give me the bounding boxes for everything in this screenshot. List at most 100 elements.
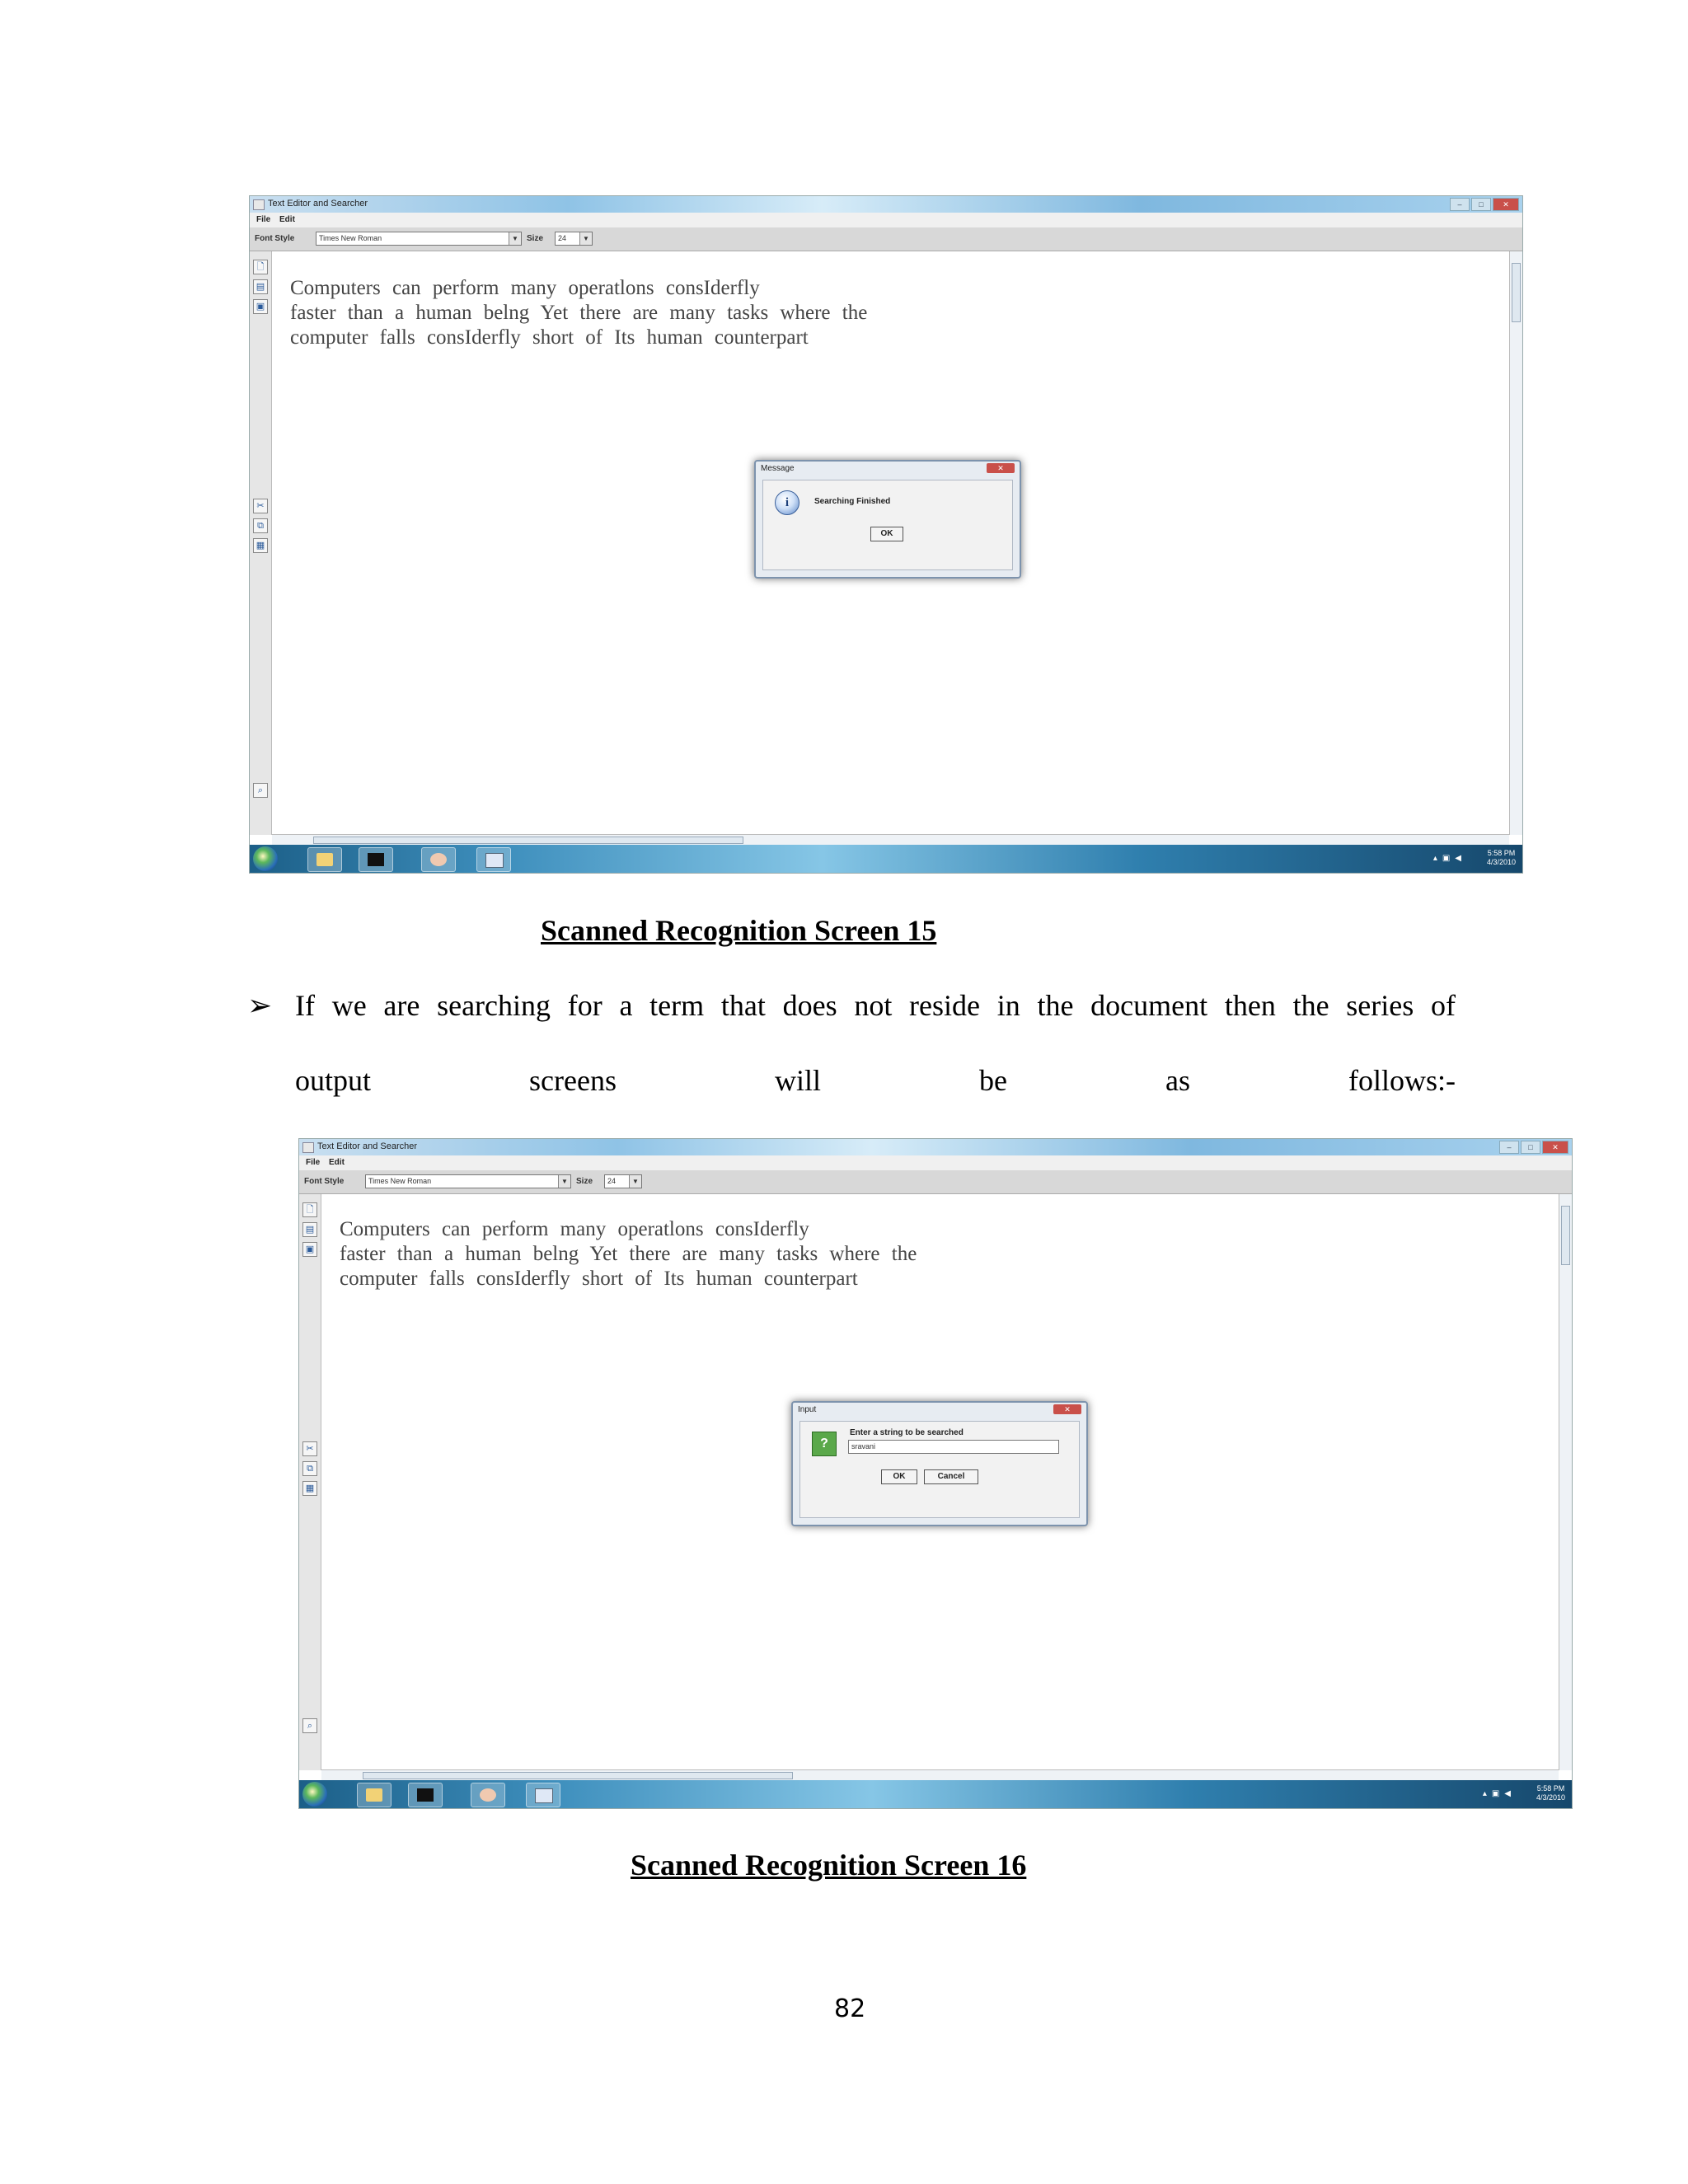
window-controls: – □ ✕ (1499, 1141, 1568, 1154)
ok-button[interactable]: OK (881, 1469, 917, 1484)
editor-app-icon[interactable] (526, 1783, 560, 1807)
chevron-down-icon: ▼ (579, 232, 592, 245)
terminal-icon[interactable] (408, 1783, 443, 1807)
cut-icon[interactable]: ✂ (253, 499, 268, 513)
scroll-thumb[interactable] (1512, 263, 1521, 322)
screenshot-15: Text Editor and Searcher – □ ✕ File Edit… (249, 195, 1523, 874)
java-icon[interactable] (421, 847, 456, 872)
save-file-icon[interactable]: ▣ (253, 299, 268, 314)
menu-edit[interactable]: Edit (279, 215, 295, 224)
size-label: Size (576, 1177, 593, 1186)
dialog-body: ? Enter a string to be searched sravani … (799, 1421, 1080, 1518)
clock-time: 5:58 PM (1487, 849, 1516, 857)
new-file-icon[interactable]: 🗋 (302, 1202, 317, 1217)
message-dialog: Message ✕ i Searching Finished OK (754, 460, 1021, 579)
system-clock[interactable]: 5:58 PM 4/3/2010 (1487, 849, 1516, 867)
dialog-message: Searching Finished (814, 497, 891, 506)
menu-file[interactable]: File (306, 1158, 320, 1167)
clock-date: 4/3/2010 (1486, 858, 1516, 866)
editor-line: Computers can perform many operatlons co… (340, 1218, 809, 1240)
paragraph-line-2: output screens will be as follows:- (295, 1063, 1456, 1104)
font-style-label: Font Style (255, 234, 295, 243)
copy-icon[interactable]: ⧉ (302, 1461, 317, 1476)
caption-screen-16: Scanned Recognition Screen 16 (631, 1849, 1027, 1882)
editor-line: faster than a human belng Yet there are … (340, 1243, 917, 1265)
maximize-icon[interactable]: □ (1521, 1141, 1540, 1154)
window-titlebar: Text Editor and Searcher – □ ✕ (299, 1139, 1572, 1155)
side-toolbar: 🗋 ▤ ▣ ✂ ⧉ ▦ ⌕ (299, 1194, 321, 1770)
size-value: 24 (558, 234, 567, 242)
windows-start-icon[interactable] (253, 846, 278, 871)
bullet-icon: ➢ (247, 989, 273, 1022)
scroll-thumb[interactable] (1561, 1206, 1570, 1265)
window-title: Text Editor and Searcher (317, 1141, 418, 1151)
copy-icon[interactable]: ⧉ (253, 518, 268, 533)
taskbar: ▴▣◀ 5:58 PM 4/3/2010 (250, 845, 1522, 873)
vertical-scrollbar[interactable] (1509, 251, 1522, 835)
open-file-icon[interactable]: ▤ (302, 1222, 317, 1237)
screenshot-16: Text Editor and Searcher – □ ✕ File Edit… (298, 1138, 1573, 1809)
close-icon[interactable]: ✕ (1493, 198, 1519, 211)
paragraph-word: output (295, 1064, 372, 1097)
explorer-icon[interactable] (357, 1783, 392, 1807)
menu-file[interactable]: File (256, 215, 270, 224)
font-style-select[interactable]: Times New Roman ▼ (316, 232, 522, 246)
info-icon: i (775, 490, 799, 515)
terminal-icon[interactable] (359, 847, 393, 872)
font-style-value: Times New Roman (368, 1177, 432, 1185)
cut-icon[interactable]: ✂ (302, 1441, 317, 1456)
side-toolbar: 🗋 ▤ ▣ ✂ ⧉ ▦ ⌕ (250, 251, 272, 835)
window-title: Text Editor and Searcher (268, 199, 368, 209)
search-icon[interactable]: ⌕ (302, 1718, 317, 1733)
caption-screen-15: Scanned Recognition Screen 15 (541, 914, 937, 947)
system-tray-icons[interactable]: ▴▣◀ (1483, 1789, 1516, 1798)
horizontal-scrollbar[interactable] (272, 834, 1509, 845)
paragraph-word: screens (529, 1064, 617, 1097)
save-file-icon[interactable]: ▣ (302, 1242, 317, 1257)
close-icon[interactable]: ✕ (1542, 1141, 1568, 1154)
clock-date: 4/3/2010 (1536, 1793, 1565, 1802)
format-toolbar: Font Style Times New Roman ▼ Size 24 ▼ (299, 1170, 1572, 1194)
paragraph-line-1: If we are searching for a term that does… (295, 989, 1456, 1022)
page-number: 82 (834, 1994, 866, 2023)
explorer-icon[interactable] (307, 847, 342, 872)
paste-icon[interactable]: ▦ (302, 1481, 317, 1496)
app-icon (253, 199, 265, 210)
new-file-icon[interactable]: 🗋 (253, 260, 268, 274)
search-input-value: sravani (851, 1442, 876, 1451)
close-icon[interactable]: ✕ (987, 463, 1015, 473)
maximize-icon[interactable]: □ (1471, 198, 1491, 211)
size-select[interactable]: 24 ▼ (604, 1174, 642, 1188)
size-label: Size (527, 234, 544, 243)
paste-icon[interactable]: ▦ (253, 538, 268, 553)
system-clock[interactable]: 5:58 PM 4/3/2010 (1536, 1784, 1565, 1802)
java-icon[interactable] (471, 1783, 505, 1807)
scroll-thumb[interactable] (363, 1772, 793, 1779)
scroll-thumb[interactable] (313, 837, 743, 844)
minimize-icon[interactable]: – (1499, 1141, 1519, 1154)
menu-edit[interactable]: Edit (329, 1158, 345, 1167)
paragraph-word: follows:- (1348, 1064, 1456, 1097)
minimize-icon[interactable]: – (1450, 198, 1470, 211)
chevron-down-icon: ▼ (558, 1175, 570, 1188)
windows-start-icon[interactable] (302, 1782, 327, 1807)
ok-button[interactable]: OK (870, 527, 903, 541)
search-input[interactable]: sravani (848, 1440, 1059, 1454)
editor-line: computer falls consIderfly short of Its … (340, 1268, 858, 1290)
size-select[interactable]: 24 ▼ (555, 232, 593, 246)
vertical-scrollbar[interactable] (1559, 1194, 1572, 1770)
horizontal-scrollbar[interactable] (321, 1769, 1559, 1780)
close-icon[interactable]: ✕ (1053, 1404, 1081, 1414)
editor-line: faster than a human belng Yet there are … (290, 302, 868, 324)
cancel-button[interactable]: Cancel (924, 1469, 978, 1484)
editor-app-icon[interactable] (476, 847, 511, 872)
format-toolbar: Font Style Times New Roman ▼ Size 24 ▼ (250, 227, 1522, 251)
font-style-select[interactable]: Times New Roman ▼ (365, 1174, 571, 1188)
open-file-icon[interactable]: ▤ (253, 279, 268, 294)
search-icon[interactable]: ⌕ (253, 783, 268, 798)
paragraph-word: will (774, 1064, 821, 1097)
chevron-down-icon: ▼ (629, 1175, 641, 1188)
font-style-value: Times New Roman (319, 234, 382, 242)
system-tray-icons[interactable]: ▴▣◀ (1433, 854, 1466, 863)
menu-bar: File Edit (299, 1155, 1572, 1170)
